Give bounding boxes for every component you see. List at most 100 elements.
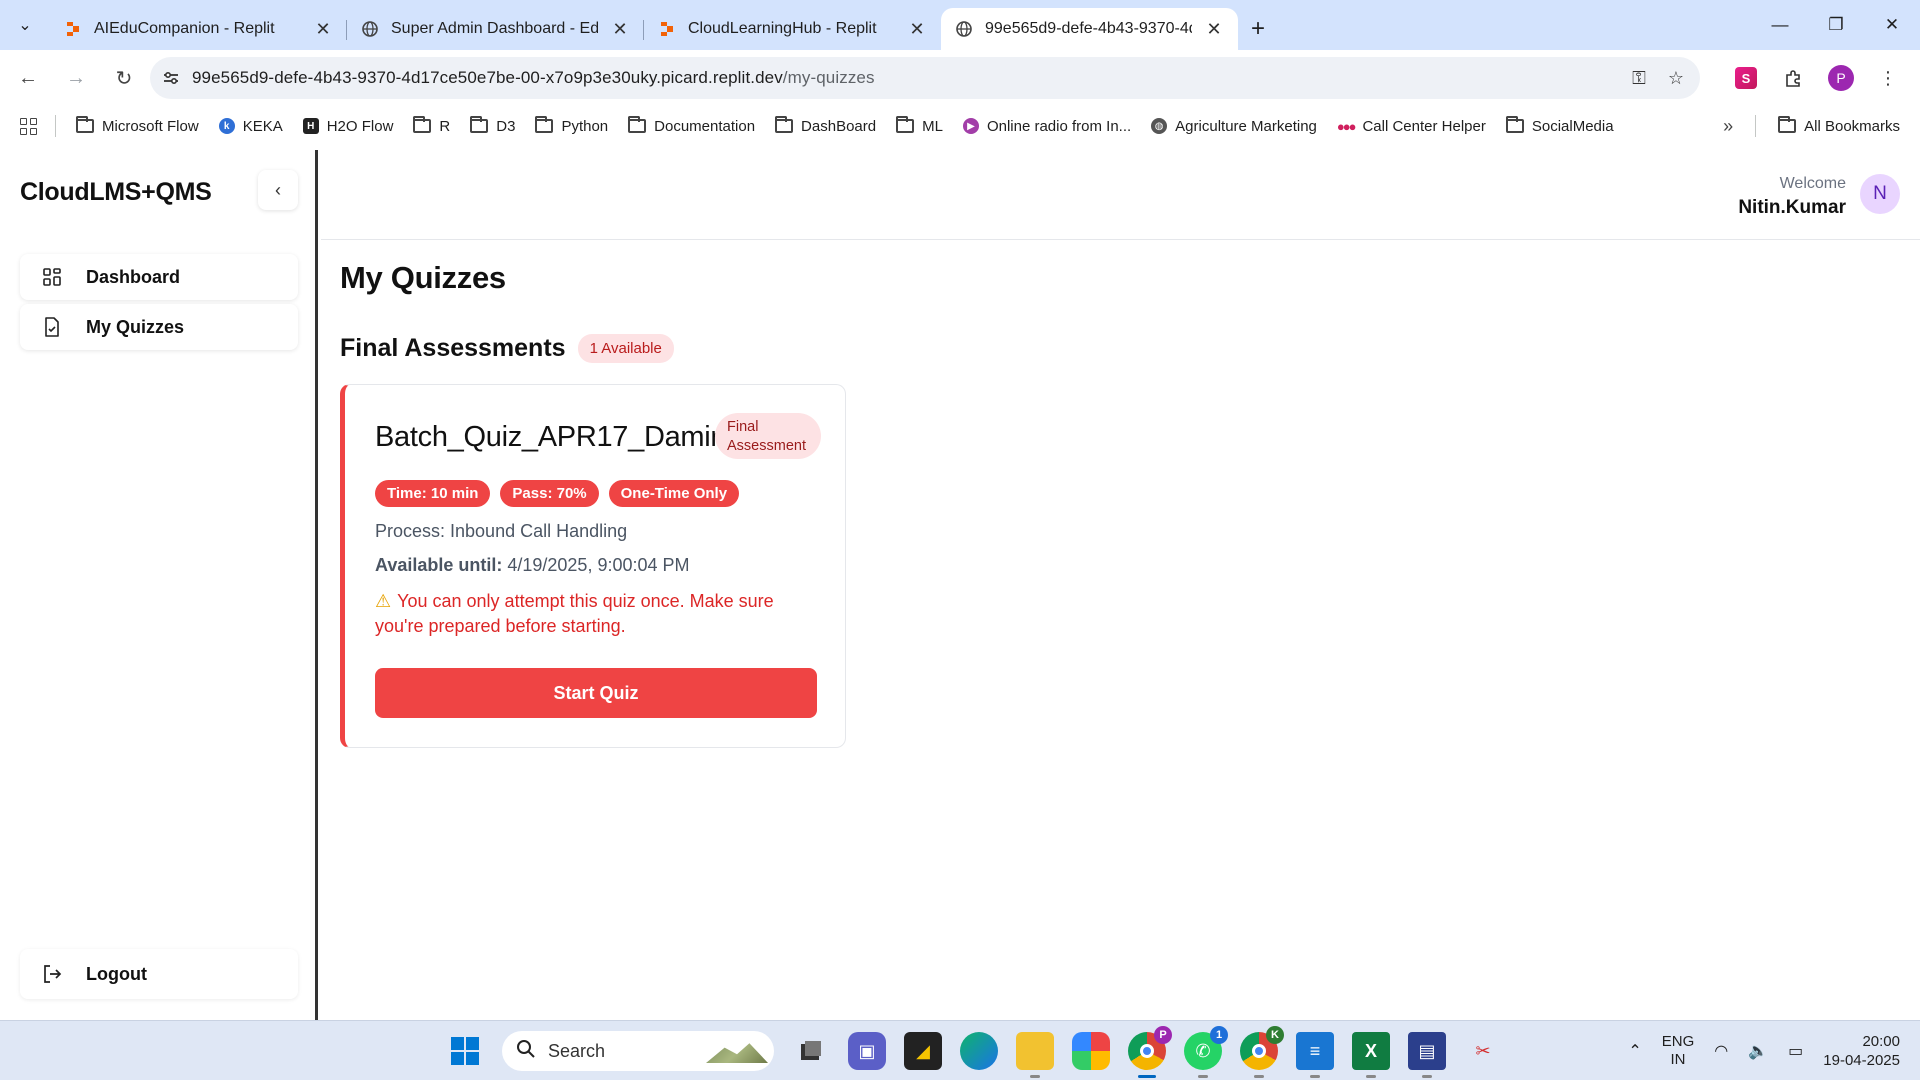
folder-icon	[76, 116, 94, 133]
quiz-title: Batch_Quiz_APR17_Damini	[375, 421, 733, 453]
bookmark-d3[interactable]: D3	[470, 116, 515, 135]
chevron-up-icon[interactable]: ⌃	[1628, 1041, 1641, 1061]
close-icon[interactable]: ✕	[610, 19, 630, 40]
all-bookmarks[interactable]: All Bookmarks	[1778, 116, 1900, 135]
pass-chip: Pass: 70%	[500, 480, 599, 507]
password-key-icon[interactable]: ⚿	[1632, 68, 1646, 89]
browser-tab-1[interactable]: AIEduCompanion - Replit ✕	[50, 8, 347, 50]
tab-title: Super Admin Dashboard - EduA	[391, 20, 598, 37]
extensions-area: S P ⋮	[1732, 50, 1920, 106]
edge-icon[interactable]	[960, 1032, 998, 1070]
address-bar[interactable]: 99e565d9-defe-4b43-9370-4d17ce50e7be-00-…	[150, 57, 1700, 99]
remote-desktop-icon[interactable]: ▤	[1408, 1032, 1446, 1078]
logout-button[interactable]: Logout	[20, 949, 298, 999]
teams-icon[interactable]: ▣	[848, 1032, 886, 1070]
bookmark-online-radio[interactable]: ▶ Online radio from In...	[962, 118, 1131, 135]
chrome-profile-k-icon[interactable]: K	[1240, 1026, 1284, 1078]
sidebar-item-label: My Quizzes	[86, 316, 185, 337]
collapse-sidebar-button[interactable]: ‹	[258, 170, 298, 210]
browser-tab-3[interactable]: CloudLearningHub - Replit ✕	[644, 8, 941, 50]
bookmark-documentation[interactable]: Documentation	[628, 116, 755, 135]
restore-icon[interactable]: ❐	[1808, 0, 1864, 50]
windows-start-icon[interactable]	[446, 1032, 484, 1070]
tab-search-button[interactable]: ⌄	[8, 8, 42, 42]
welcome-block: Welcome Nitin.Kumar	[1738, 175, 1846, 219]
clock[interactable]: 20:00 19-04-2025	[1823, 1032, 1900, 1070]
browser-tab-active[interactable]: 99e565d9-defe-4b43-9370-4d1 ✕	[941, 8, 1238, 50]
notepad-icon[interactable]: ≡	[1296, 1032, 1334, 1078]
warning-icon: ⚠	[375, 591, 392, 611]
taskbar-search[interactable]: Search	[502, 1031, 774, 1071]
sticky-notes-icon[interactable]: ◢	[904, 1032, 942, 1070]
browser-tab-2[interactable]: Super Admin Dashboard - EduA ✕	[347, 8, 644, 50]
keka-icon: k	[218, 118, 235, 134]
start-quiz-button[interactable]: Start Quiz	[375, 668, 817, 718]
folder-icon	[896, 116, 915, 133]
close-icon[interactable]: ✕	[1204, 19, 1224, 40]
bookmark-keka[interactable]: k KEKA	[218, 118, 283, 135]
browser-tabstrip: ⌄ AIEduCompanion - Replit ✕ Super Admin …	[0, 0, 1920, 50]
replit-icon	[658, 20, 676, 38]
back-arrow-icon[interactable]: ←	[8, 58, 48, 98]
search-placeholder: Search	[548, 1040, 606, 1061]
battery-icon[interactable]: ▭	[1788, 1041, 1803, 1061]
tab-list: AIEduCompanion - Replit ✕ Super Admin Da…	[50, 0, 1278, 50]
radio-icon: ▶	[962, 118, 979, 134]
excel-icon[interactable]: X	[1352, 1032, 1390, 1078]
user-avatar[interactable]: N	[1860, 174, 1900, 214]
bookmark-call-center-helper[interactable]: ●●● Call Center Helper	[1337, 118, 1486, 135]
reload-icon[interactable]: ↻	[104, 58, 144, 98]
minimize-icon[interactable]: —	[1752, 0, 1808, 50]
bookmark-python[interactable]: Python	[535, 116, 608, 135]
welcome-label: Welcome	[1779, 175, 1846, 192]
sidebar-item-dashboard[interactable]: Dashboard	[20, 254, 298, 300]
folder-icon	[1778, 116, 1797, 133]
chevron-left-icon: ‹	[275, 179, 281, 200]
more-menu-icon[interactable]: ⋮	[1874, 64, 1902, 92]
copilot-icon[interactable]	[1072, 1032, 1110, 1070]
bookmark-h2o-flow[interactable]: H H2O Flow	[302, 118, 393, 135]
bookmark-ml[interactable]: ML	[896, 116, 943, 135]
one-time-chip: One-Time Only	[608, 480, 740, 507]
one-attempt-warning: ⚠ You can only attempt this quiz once. Ma…	[375, 591, 774, 636]
apps-grid-icon[interactable]	[20, 117, 37, 135]
bookmark-star-icon[interactable]: ☆	[1668, 68, 1684, 89]
wifi-icon[interactable]: ◠	[1714, 1041, 1728, 1061]
puzzle-extensions-icon[interactable]	[1780, 64, 1808, 92]
quiz-chips: Time: 10 min Pass: 70% One-Time Only	[375, 480, 740, 507]
language-indicator[interactable]: ENG IN	[1662, 1033, 1695, 1069]
main-content: My Quizzes Final Assessments 1 Available…	[340, 260, 846, 748]
bookmark-r[interactable]: R	[413, 116, 450, 135]
h2o-icon: H	[302, 118, 319, 134]
close-window-icon[interactable]: ✕	[1864, 0, 1920, 50]
replit-icon	[64, 20, 82, 38]
close-icon[interactable]: ✕	[907, 19, 927, 40]
document-check-icon	[40, 315, 64, 339]
taskbar-apps: Search ▣ ◢ P ✆ 1 K ≡ X ▤ ✂	[446, 1021, 1502, 1080]
system-tray: ⌃ ENG IN ◠ 🔈 ▭ 20:00 19-04-2025	[1628, 1021, 1900, 1080]
file-explorer-icon[interactable]	[1016, 1032, 1054, 1078]
chrome-icon[interactable]: P	[1128, 1026, 1172, 1078]
extension-icon[interactable]: S	[1732, 64, 1760, 92]
profile-avatar[interactable]: P	[1828, 65, 1854, 91]
browser-toolbar: ← → ↻ 99e565d9-defe-4b43-9370-4d17ce50e7…	[0, 50, 1920, 106]
tab-title: 99e565d9-defe-4b43-9370-4d1	[985, 20, 1192, 37]
bookmark-agriculture-marketing[interactable]: ◍ Agriculture Marketing	[1151, 118, 1317, 135]
bookmark-microsoft-flow[interactable]: Microsoft Flow	[76, 116, 199, 135]
folder-icon	[775, 116, 794, 133]
whatsapp-icon[interactable]: ✆ 1	[1184, 1026, 1228, 1078]
sidebar-item-my-quizzes[interactable]: My Quizzes	[20, 304, 298, 350]
globe-icon	[955, 20, 973, 38]
close-icon[interactable]: ✕	[313, 19, 333, 40]
folder-icon	[413, 116, 432, 133]
task-view-icon[interactable]	[792, 1032, 830, 1070]
logout-label: Logout	[86, 963, 147, 984]
forward-arrow-icon[interactable]: →	[56, 58, 96, 98]
bookmark-dashboard[interactable]: DashBoard	[775, 116, 876, 135]
bookmark-socialmedia[interactable]: SocialMedia	[1505, 116, 1614, 135]
site-info-icon[interactable]	[150, 69, 192, 87]
snipping-tool-icon[interactable]: ✂	[1464, 1032, 1502, 1070]
new-tab-button[interactable]: +	[1238, 8, 1278, 50]
chevron-double-right-icon[interactable]: »	[1723, 116, 1733, 137]
volume-icon[interactable]: 🔈	[1748, 1041, 1768, 1061]
